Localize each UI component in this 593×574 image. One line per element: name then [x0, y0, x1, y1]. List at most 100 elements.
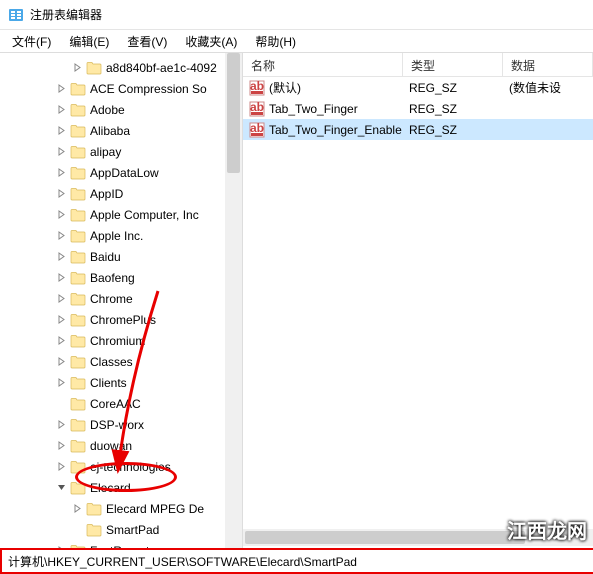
expander-icon[interactable]: [54, 229, 68, 243]
expander-icon[interactable]: [54, 355, 68, 369]
expander-icon[interactable]: [54, 439, 68, 453]
tree-item-label: Alibaba: [90, 124, 130, 138]
tree-item[interactable]: a8d840bf-ae1c-4092: [0, 57, 242, 78]
expander-icon[interactable]: [54, 292, 68, 306]
reg-string-icon: ab: [249, 80, 265, 96]
menu-edit[interactable]: 编辑(E): [61, 31, 117, 52]
folder-icon: [70, 376, 86, 390]
cell-data: [503, 128, 593, 132]
folder-icon: [70, 124, 86, 138]
tree-item-label: duowan: [90, 439, 132, 453]
expander-icon[interactable]: [54, 271, 68, 285]
list-row[interactable]: abTab_Two_FingerREG_SZ: [243, 98, 593, 119]
tree-item[interactable]: ej-technologies: [0, 456, 242, 477]
cell-data: [503, 107, 593, 111]
expander-icon[interactable]: [70, 502, 84, 516]
cell-type: REG_SZ: [403, 79, 503, 97]
tree-item[interactable]: CoreAAC: [0, 393, 242, 414]
tree-item[interactable]: Baidu: [0, 246, 242, 267]
tree-item-label: Apple Inc.: [90, 229, 143, 243]
tree-item[interactable]: SmartPad: [0, 519, 242, 540]
title-bar: 注册表编辑器: [0, 0, 593, 30]
expander-icon[interactable]: [70, 61, 84, 75]
expander-icon[interactable]: [54, 145, 68, 159]
folder-icon: [70, 187, 86, 201]
tree-item[interactable]: Apple Computer, Inc: [0, 204, 242, 225]
expander-icon[interactable]: [54, 103, 68, 117]
column-header-name[interactable]: 名称: [243, 53, 403, 76]
scrollbar-thumb[interactable]: [227, 53, 240, 173]
tree-item[interactable]: Clients: [0, 372, 242, 393]
list-view[interactable]: ab(默认)REG_SZ(数值未设abTab_Two_FingerREG_SZa…: [243, 77, 593, 140]
tree-item[interactable]: Classes: [0, 351, 242, 372]
menu-help[interactable]: 帮助(H): [247, 31, 304, 52]
list-scrollbar-horizontal[interactable]: [243, 529, 593, 546]
folder-icon: [86, 523, 102, 537]
cell-type: REG_SZ: [403, 100, 503, 118]
tree-item[interactable]: AppID: [0, 183, 242, 204]
expander-icon[interactable]: [54, 481, 68, 495]
tree-item[interactable]: AppDataLow: [0, 162, 242, 183]
folder-icon: [70, 292, 86, 306]
expander-icon[interactable]: [54, 124, 68, 138]
tree-item-label: alipay: [90, 145, 121, 159]
tree-item[interactable]: duowan: [0, 435, 242, 456]
folder-icon: [70, 460, 86, 474]
expander-icon[interactable]: [54, 187, 68, 201]
folder-icon: [70, 397, 86, 411]
expander-icon[interactable]: [54, 376, 68, 390]
tree-item[interactable]: ACE Compression So: [0, 78, 242, 99]
tree-item[interactable]: DSP-worx: [0, 414, 242, 435]
expander-icon[interactable]: [70, 523, 84, 537]
expander-icon[interactable]: [54, 334, 68, 348]
folder-icon: [70, 250, 86, 264]
expander-icon[interactable]: [54, 166, 68, 180]
folder-icon: [70, 229, 86, 243]
column-header-data[interactable]: 数据: [503, 53, 593, 76]
tree-item[interactable]: Adobe: [0, 99, 242, 120]
tree-item[interactable]: alipay: [0, 141, 242, 162]
expander-icon[interactable]: [54, 397, 68, 411]
tree-item[interactable]: Chrome: [0, 288, 242, 309]
column-header-type[interactable]: 类型: [403, 53, 503, 76]
expander-icon[interactable]: [54, 208, 68, 222]
expander-icon[interactable]: [54, 313, 68, 327]
cell-type: REG_SZ: [403, 121, 503, 139]
tree-item-label: a8d840bf-ae1c-4092: [106, 61, 217, 75]
expander-icon[interactable]: [54, 82, 68, 96]
tree-item-label: Classes: [90, 355, 133, 369]
menu-bar: 文件(F) 编辑(E) 查看(V) 收藏夹(A) 帮助(H): [0, 30, 593, 52]
tree-item[interactable]: Elecard: [0, 477, 242, 498]
list-row[interactable]: ab(默认)REG_SZ(数值未设: [243, 77, 593, 98]
tree-item[interactable]: Alibaba: [0, 120, 242, 141]
tree-view[interactable]: a8d840bf-ae1c-4092 ACE Compression So Adob…: [0, 53, 242, 548]
expander-icon[interactable]: [54, 460, 68, 474]
tree-item[interactable]: Baofeng: [0, 267, 242, 288]
tree-item[interactable]: ChromePlus: [0, 309, 242, 330]
reg-string-icon: ab: [249, 122, 265, 138]
tree-item-label: Adobe: [90, 103, 125, 117]
workspace: a8d840bf-ae1c-4092 ACE Compression So Adob…: [0, 52, 593, 548]
tree-item[interactable]: Apple Inc.: [0, 225, 242, 246]
menu-favorites[interactable]: 收藏夹(A): [177, 31, 245, 52]
scrollbar-thumb[interactable]: [245, 531, 525, 544]
tree-item[interactable]: FastReport: [0, 540, 242, 548]
menu-view[interactable]: 查看(V): [119, 31, 175, 52]
tree-item-label: CoreAAC: [90, 397, 141, 411]
tree-item[interactable]: Chromium: [0, 330, 242, 351]
menu-file[interactable]: 文件(F): [4, 31, 59, 52]
window-title: 注册表编辑器: [30, 6, 102, 23]
tree-item-label: SmartPad: [106, 523, 159, 537]
tree-item-label: AppDataLow: [90, 166, 159, 180]
tree-scrollbar-vertical[interactable]: [225, 53, 242, 548]
tree-panel: a8d840bf-ae1c-4092 ACE Compression So Adob…: [0, 53, 243, 548]
folder-icon: [70, 355, 86, 369]
folder-icon: [70, 271, 86, 285]
list-row[interactable]: abTab_Two_Finger_EnableREG_SZ: [243, 119, 593, 140]
cell-name: abTab_Two_Finger: [243, 99, 403, 119]
tree-item[interactable]: Elecard MPEG De: [0, 498, 242, 519]
regedit-icon: [8, 7, 24, 23]
expander-icon[interactable]: [54, 250, 68, 264]
folder-icon: [70, 334, 86, 348]
expander-icon[interactable]: [54, 418, 68, 432]
